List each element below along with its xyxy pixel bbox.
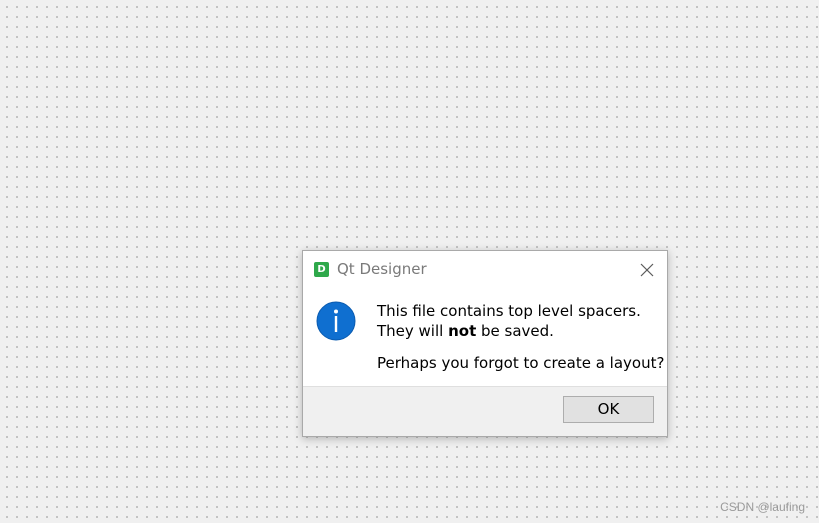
qt-designer-app-icon: D	[314, 262, 329, 277]
dialog-title: Qt Designer	[337, 260, 427, 278]
dialog-titlebar[interactable]: D Qt Designer	[303, 251, 667, 289]
watermark: CSDN @laufing	[720, 500, 805, 514]
dialog-button-bar: OK	[303, 386, 667, 436]
ok-button[interactable]: OK	[563, 396, 654, 423]
message-emphasis: not	[448, 322, 477, 340]
close-button[interactable]	[633, 256, 661, 284]
message-line-2-start: They will	[377, 322, 449, 340]
message-line-1: This file contains top level spacers.	[377, 302, 641, 320]
message-line-2: They will not be saved.	[377, 322, 554, 340]
message-line-3: Perhaps you forgot to create a layout?	[377, 354, 665, 372]
message-dialog: D Qt Designer This file contains top lev…	[302, 250, 668, 437]
message-line-2-end: be saved.	[476, 322, 554, 340]
information-icon	[316, 301, 356, 341]
close-icon	[640, 263, 654, 277]
